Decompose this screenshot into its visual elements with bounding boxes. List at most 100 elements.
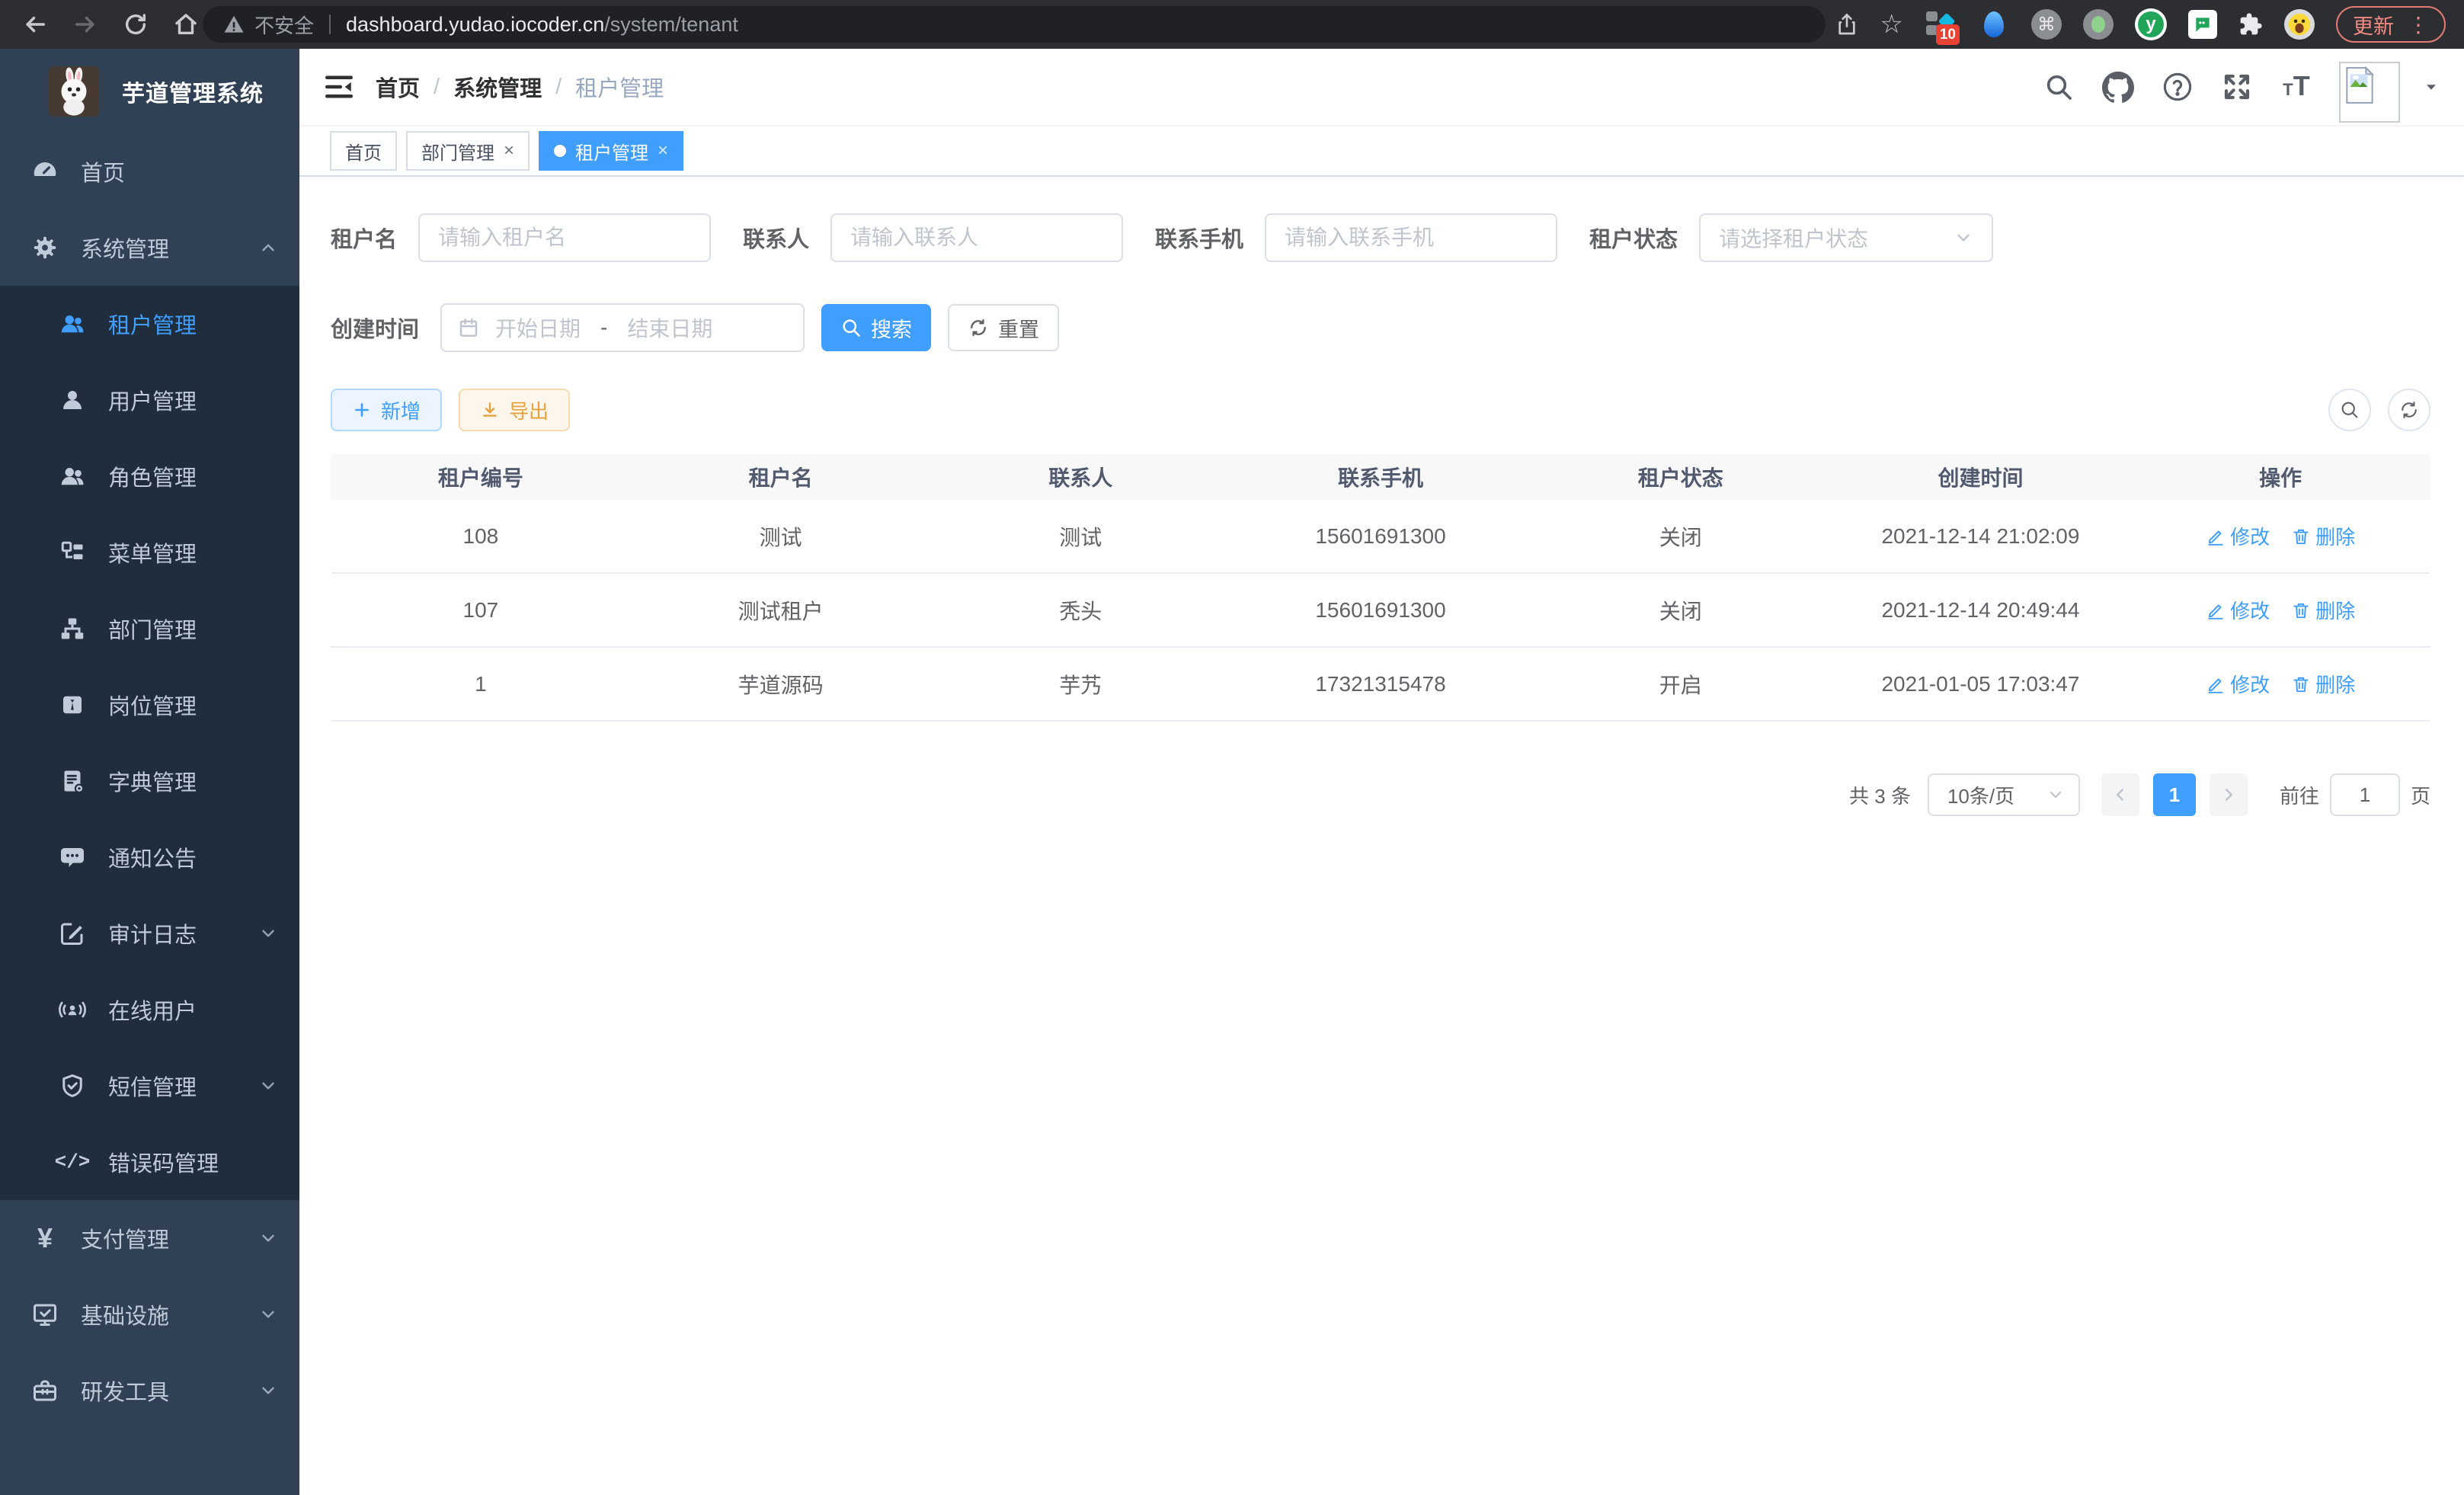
extension-count-badge: 10 <box>1936 24 1960 45</box>
browser-menu-icon[interactable]: ⋮ <box>2408 12 2429 37</box>
sidebar-item-dept[interactable]: 部门管理 <box>0 591 299 667</box>
balloon-extension-icon[interactable] <box>1978 8 2010 40</box>
close-icon[interactable]: × <box>658 142 668 160</box>
yudao-extension-icon[interactable]: y <box>2135 8 2167 40</box>
avatar-caret-icon[interactable] <box>2421 77 2441 97</box>
create-time-range-input[interactable]: 开始日期 - 结束日期 <box>440 303 805 352</box>
edit-tenant-link[interactable]: 修改 <box>2206 522 2270 550</box>
log-icon <box>58 919 87 948</box>
chevron-down-icon <box>258 1381 278 1401</box>
search-button[interactable]: 搜索 <box>821 304 931 351</box>
add-tenant-button[interactable]: 新增 <box>331 389 442 431</box>
sidebar-item-error-code[interactable]: </> 错误码管理 <box>0 1124 299 1200</box>
puzzle-extensions-icon[interactable] <box>2238 12 2263 37</box>
sidebar-item-audit-log[interactable]: 审计日志 <box>0 895 299 972</box>
contact-input[interactable] <box>830 213 1123 262</box>
back-icon[interactable] <box>21 11 49 38</box>
chevron-down-icon <box>258 924 278 943</box>
page-number-current[interactable]: 1 <box>2153 773 2196 816</box>
help-icon[interactable] <box>2161 70 2194 104</box>
share-icon[interactable] <box>1835 12 1859 37</box>
fullscreen-icon[interactable] <box>2220 70 2254 104</box>
end-date-placeholder[interactable]: 结束日期 <box>627 312 712 343</box>
reload-icon[interactable] <box>122 11 149 38</box>
table-row: 107 测试租户 秃头 15601691300 关闭 2021-12-14 20… <box>331 574 2430 648</box>
page-size-select[interactable]: 10条/页 <box>1928 773 2080 816</box>
sidebar-item-user[interactable]: 用户管理 <box>0 362 299 438</box>
delete-tenant-link[interactable]: 删除 <box>2291 670 2355 698</box>
sidebar-item-dict[interactable]: 字典管理 <box>0 743 299 819</box>
forward-icon[interactable] <box>72 11 99 38</box>
chrome-update-button[interactable]: 更新 ⋮ <box>2336 6 2446 43</box>
delete-tenant-link[interactable]: 删除 <box>2291 522 2355 550</box>
sidebar-item-tenant[interactable]: 租户管理 <box>0 286 299 362</box>
sidebar-item-menu[interactable]: 菜单管理 <box>0 514 299 591</box>
sidebar-item-role[interactable]: 角色管理 <box>0 438 299 514</box>
tab-dept[interactable]: 部门管理 × <box>406 131 530 171</box>
show-search-icon[interactable] <box>2328 389 2371 431</box>
status-value: 关闭 <box>1531 595 1831 626</box>
breadcrumb-tenant: 租户管理 <box>575 71 664 103</box>
search-icon[interactable] <box>2042 70 2075 104</box>
goto-page-input[interactable] <box>2330 773 2400 816</box>
address-bar[interactable]: 不安全 dashboard.yudao.iocoder.cn/system/te… <box>203 6 1826 43</box>
table-body: 108 测试 测试 15601691300 关闭 2021-12-14 21:0… <box>331 500 2430 722</box>
pagination: 共 3 条 10条/页 1 前往 页 <box>331 773 2430 816</box>
breadcrumb-home[interactable]: 首页 <box>376 71 420 103</box>
dot-extension-icon[interactable] <box>2083 9 2114 40</box>
next-page-button[interactable] <box>2210 773 2248 816</box>
edit-tenant-link[interactable]: 修改 <box>2206 596 2270 624</box>
refresh-table-icon[interactable] <box>2388 389 2430 431</box>
sidebar-menu: 首页 系统管理 租户管理 <box>0 133 299 1429</box>
user-icon <box>58 386 87 415</box>
sidebar-item-post[interactable]: 岗位管理 <box>0 667 299 743</box>
table-row: 1 芋道源码 芋艿 17321315478 开启 2021-01-05 17:0… <box>331 648 2430 722</box>
prev-page-button[interactable] <box>2101 773 2139 816</box>
post-icon <box>58 690 87 719</box>
sidebar-item-home[interactable]: 首页 <box>0 133 299 210</box>
sidebar-item-infra[interactable]: 基础设施 <box>0 1276 299 1353</box>
table-header-row: 租户编号 租户名 联系人 联系手机 租户状态 创建时间 操作 <box>331 454 2430 500</box>
bookmark-star-icon[interactable]: ☆ <box>1880 11 1903 37</box>
reset-button[interactable]: 重置 <box>948 304 1059 351</box>
sidebar-toggle-icon[interactable] <box>322 70 356 104</box>
sidebar-item-sms[interactable]: 短信管理 <box>0 1048 299 1124</box>
chat-extension-icon[interactable] <box>2188 10 2217 39</box>
browser-toolbar: 不安全 dashboard.yudao.iocoder.cn/system/te… <box>0 0 2464 49</box>
mobile-input[interactable] <box>1265 213 1557 262</box>
profile-avatar-icon[interactable] <box>2284 9 2315 40</box>
main-area: 首页 / 系统管理 / 租户管理 TT <box>299 49 2464 1495</box>
export-button[interactable]: 导出 <box>459 389 570 431</box>
edit-tenant-link[interactable]: 修改 <box>2206 670 2270 698</box>
filter-form-row-1: 租户名 联系人 联系手机 租户状态 请选择租户状态 <box>331 213 2430 262</box>
security-label[interactable]: 不安全 <box>254 11 314 39</box>
status-select[interactable]: 请选择租户状态 <box>1699 213 1993 262</box>
sidebar-item-notice[interactable]: 通知公告 <box>0 819 299 895</box>
sidebar-item-system[interactable]: 系统管理 <box>0 210 299 286</box>
tab-home[interactable]: 首页 <box>330 131 397 171</box>
start-date-placeholder[interactable]: 开始日期 <box>495 312 581 343</box>
create-time-label: 创建时间 <box>331 312 419 344</box>
tab-tenant[interactable]: 租户管理 × <box>539 131 683 171</box>
sidebar-item-pay[interactable]: ¥ 支付管理 <box>0 1200 299 1276</box>
font-size-icon[interactable]: TT <box>2280 70 2313 104</box>
github-icon[interactable] <box>2101 70 2135 104</box>
sidebar-logo[interactable]: 芋道管理系统 <box>0 49 299 133</box>
divider <box>329 14 331 34</box>
contact-label: 联系人 <box>743 222 809 254</box>
url-text[interactable]: dashboard.yudao.iocoder.cn/system/tenant <box>346 13 738 37</box>
not-secure-warning-icon[interactable] <box>222 13 245 36</box>
chevron-down-icon <box>258 1305 278 1324</box>
command-extension-icon[interactable]: ⌘ <box>2031 9 2062 40</box>
close-icon[interactable]: × <box>504 142 514 160</box>
sidebar-item-online-users[interactable]: 在线用户 <box>0 972 299 1048</box>
delete-tenant-link[interactable]: 删除 <box>2291 596 2355 624</box>
breadcrumb-system[interactable]: 系统管理 <box>453 71 542 103</box>
tenant-name-input[interactable] <box>418 213 711 262</box>
extension-badge-icon[interactable]: 10 <box>1925 8 1957 40</box>
gear-icon <box>30 233 59 262</box>
sidebar-item-dev-tools[interactable]: 研发工具 <box>0 1353 299 1429</box>
home-icon[interactable] <box>172 11 200 38</box>
user-avatar[interactable] <box>2339 62 2400 123</box>
dict-icon <box>58 767 87 796</box>
